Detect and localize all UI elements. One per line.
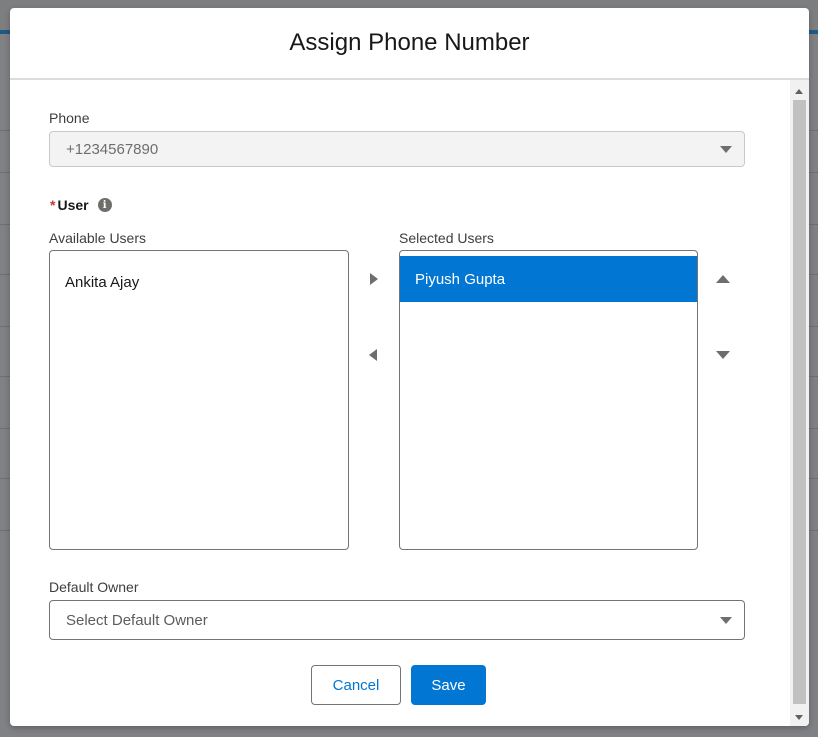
chevron-down-icon bbox=[720, 145, 732, 153]
chevron-down-icon bbox=[720, 616, 732, 624]
modal-header: Assign Phone Number bbox=[10, 8, 809, 80]
selected-users-label: Selected Users bbox=[399, 230, 494, 246]
list-item[interactable]: Ankita Ajay bbox=[50, 259, 348, 305]
move-down-icon bbox=[716, 351, 730, 359]
user-legend: * User i bbox=[50, 197, 112, 213]
move-left-button[interactable] bbox=[363, 345, 383, 365]
info-icon[interactable]: i bbox=[97, 198, 112, 212]
modal-title: Assign Phone Number bbox=[289, 29, 530, 56]
modal-scrollbar[interactable] bbox=[790, 80, 809, 726]
scroll-down-icon[interactable] bbox=[795, 715, 803, 720]
scroll-thumb[interactable] bbox=[793, 100, 806, 704]
phone-select[interactable]: +1234567890 bbox=[49, 131, 745, 167]
default-owner-placeholder: Select Default Owner bbox=[66, 611, 208, 629]
move-up-button[interactable] bbox=[713, 269, 733, 289]
default-owner-label: Default Owner bbox=[49, 579, 139, 595]
available-users-listbox[interactable]: Ankita Ajay bbox=[49, 250, 349, 550]
move-up-icon bbox=[716, 275, 730, 283]
user-label: User bbox=[57, 197, 89, 213]
selected-users-listbox[interactable]: Piyush Gupta bbox=[399, 250, 698, 550]
move-down-button[interactable] bbox=[713, 345, 733, 365]
phone-label: Phone bbox=[49, 110, 90, 126]
default-owner-select[interactable]: Select Default Owner bbox=[49, 600, 745, 640]
scroll-up-icon[interactable] bbox=[795, 89, 803, 94]
cancel-button[interactable]: Cancel bbox=[311, 665, 401, 705]
move-right-button[interactable] bbox=[364, 269, 384, 289]
required-marker: * bbox=[50, 197, 56, 213]
move-left-icon bbox=[369, 349, 377, 361]
list-item[interactable]: Piyush Gupta bbox=[400, 256, 697, 302]
available-users-label: Available Users bbox=[49, 230, 147, 246]
phone-value: +1234567890 bbox=[66, 140, 159, 158]
modal-body: Phone +1234567890 * User i Available Use… bbox=[10, 80, 790, 726]
move-right-icon bbox=[370, 273, 378, 285]
save-button[interactable]: Save bbox=[411, 665, 486, 705]
assign-phone-modal: Assign Phone Number Phone +1234567890 * … bbox=[10, 8, 809, 726]
